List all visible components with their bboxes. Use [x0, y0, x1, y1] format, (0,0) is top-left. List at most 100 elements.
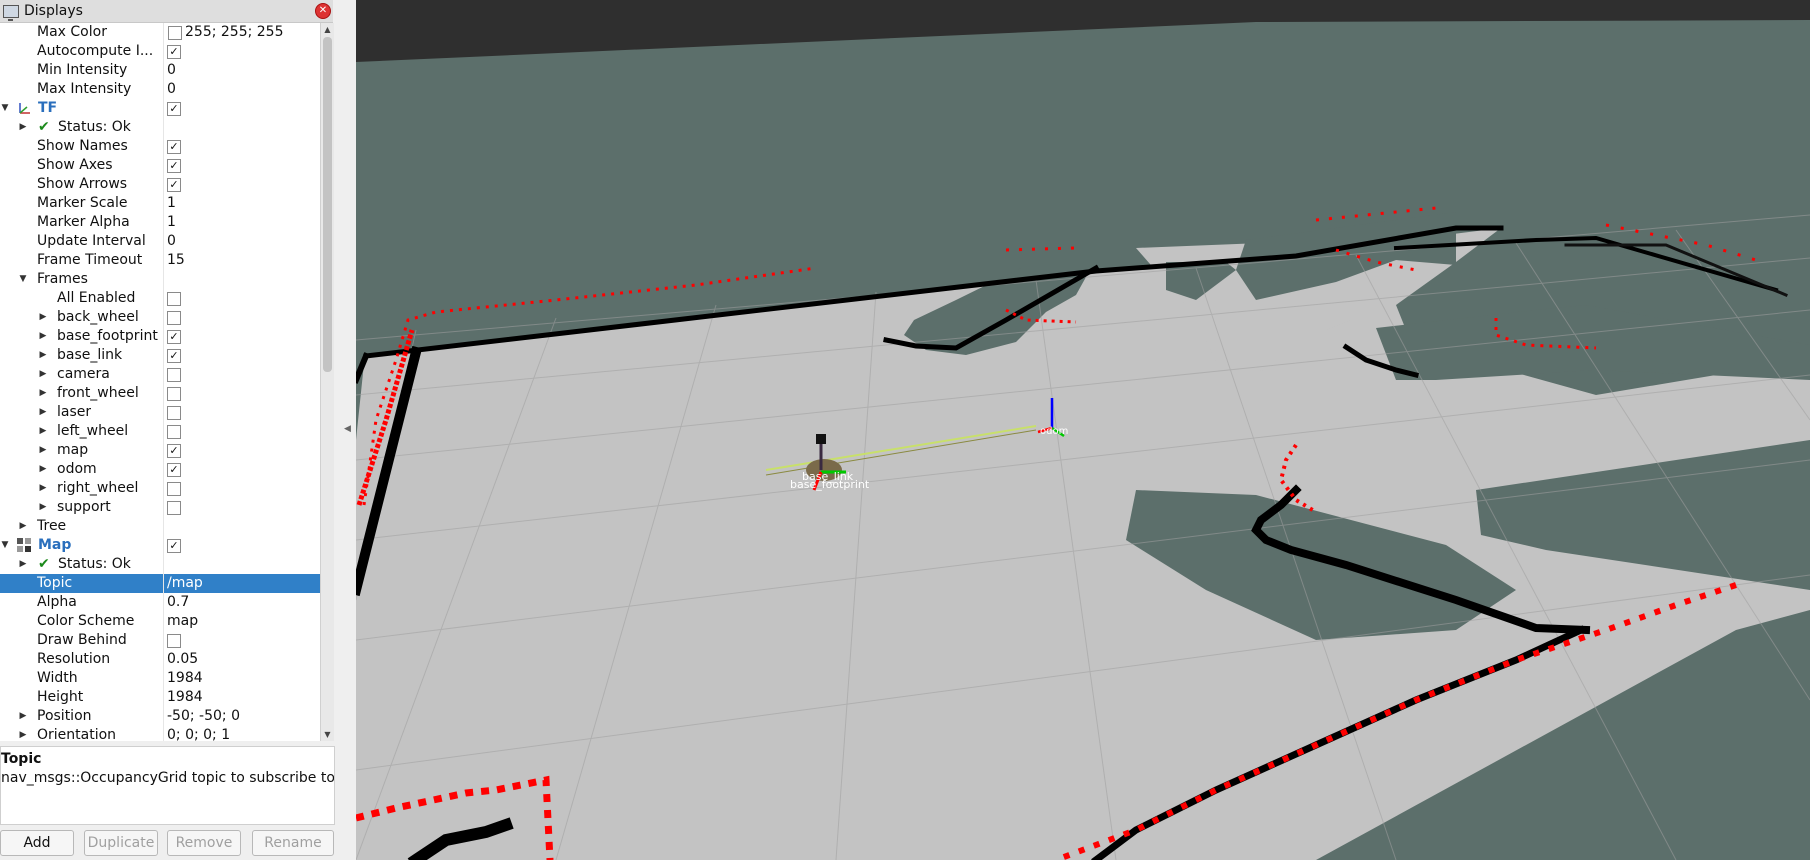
checkbox-unchecked[interactable] [167, 634, 181, 648]
tree-row-value[interactable]: 15 [167, 251, 185, 270]
tree-row-color-scheme[interactable]: Color Scheme map [0, 612, 320, 631]
tree-row-all-enabled[interactable]: All Enabled [0, 289, 320, 308]
checkbox-checked[interactable]: ✓ [167, 102, 181, 116]
tree-row-value[interactable]: 0; 0; 0; 1 [167, 726, 230, 741]
tree-row-back-wheel[interactable]: ▶ back_wheel [0, 308, 320, 327]
tree-row-status-ok[interactable]: ▶ ✔ Status: Ok [0, 555, 320, 574]
expand-arrow-icon[interactable]: ▶ [38, 365, 48, 384]
scroll-up-icon[interactable]: ▲ [321, 23, 334, 36]
tree-row-update-interval[interactable]: Update Interval 0 [0, 232, 320, 251]
rename-button[interactable]: Rename [252, 830, 334, 856]
tree-row-value[interactable]: 255; 255; 255 [185, 23, 284, 42]
expand-arrow-icon[interactable]: ▶ [38, 403, 48, 422]
checkbox-unchecked[interactable] [167, 368, 181, 382]
tree-row-value[interactable]: 0 [167, 61, 176, 80]
checkbox-unchecked[interactable] [167, 406, 181, 420]
expand-arrow-icon[interactable]: ▼ [0, 99, 10, 118]
tree-row-width[interactable]: Width 1984 [0, 669, 320, 688]
expand-arrow-icon[interactable]: ▶ [38, 441, 48, 460]
tree-row-value[interactable]: map [167, 612, 198, 631]
close-icon[interactable]: ✕ [315, 3, 331, 19]
checkbox-unchecked[interactable] [167, 292, 181, 306]
tree-row-status-ok[interactable]: ▶ ✔ Status: Ok [0, 118, 320, 137]
scroll-down-icon[interactable]: ▼ [321, 728, 334, 741]
checkbox-unchecked[interactable] [167, 311, 181, 325]
checkbox-checked[interactable]: ✓ [167, 330, 181, 344]
tree-row-front-wheel[interactable]: ▶ front_wheel [0, 384, 320, 403]
collapse-arrow-icon[interactable]: ▼ [18, 270, 28, 289]
tree-row-tf[interactable]: ▼ TF ✓ [0, 99, 320, 118]
collapse-arrow-icon[interactable]: ◀ [344, 424, 351, 434]
expand-arrow-icon[interactable]: ▶ [38, 327, 48, 346]
3d-viewport[interactable]: odom base_link base_footprint [356, 0, 1810, 860]
checkbox-checked[interactable]: ✓ [167, 178, 181, 192]
tree-row-show-arrows[interactable]: Show Arrows ✓ [0, 175, 320, 194]
tree-row-base-footprint[interactable]: ▶ base_footprint ✓ [0, 327, 320, 346]
checkbox-checked[interactable]: ✓ [167, 463, 181, 477]
duplicate-button[interactable]: Duplicate [84, 830, 158, 856]
tree-row-value[interactable]: 0 [167, 80, 176, 99]
tree-row-frames[interactable]: ▼ Frames [0, 270, 320, 289]
checkbox-checked[interactable]: ✓ [167, 159, 181, 173]
tree-row-base-link[interactable]: ▶ base_link ✓ [0, 346, 320, 365]
tree-row-map[interactable]: ▼ Map ✓ [0, 536, 320, 555]
expand-arrow-icon[interactable]: ▶ [38, 460, 48, 479]
checkbox-checked[interactable]: ✓ [167, 45, 181, 59]
panel-splitter[interactable]: ◀ [340, 0, 355, 860]
checkbox-checked[interactable]: ✓ [167, 140, 181, 154]
expand-arrow-icon[interactable]: ▶ [18, 555, 28, 574]
remove-button[interactable]: Remove [167, 830, 241, 856]
tree-row-height[interactable]: Height 1984 [0, 688, 320, 707]
tree-row-value[interactable]: /map [167, 574, 203, 593]
checkbox-unchecked[interactable] [167, 501, 181, 515]
tree-row-value[interactable]: 0.05 [167, 650, 198, 669]
expand-arrow-icon[interactable]: ▶ [38, 422, 48, 441]
tree-row-value[interactable]: 1984 [167, 669, 203, 688]
expand-arrow-icon[interactable]: ▶ [18, 707, 28, 726]
tree-row-marker-alpha[interactable]: Marker Alpha 1 [0, 213, 320, 232]
tree-row-support[interactable]: ▶ support [0, 498, 320, 517]
tree-row-min-intensity[interactable]: Min Intensity 0 [0, 61, 320, 80]
tree-row-position[interactable]: ▶ Position -50; -50; 0 [0, 707, 320, 726]
tree-row-marker-scale[interactable]: Marker Scale 1 [0, 194, 320, 213]
checkbox-checked[interactable]: ✓ [167, 539, 181, 553]
tree-row-autocompute-i[interactable]: Autocompute I... ✓ [0, 42, 320, 61]
checkbox-unchecked[interactable] [167, 425, 181, 439]
color-swatch[interactable] [168, 26, 182, 40]
checkbox-checked[interactable]: ✓ [167, 349, 181, 363]
expand-arrow-icon[interactable]: ▶ [38, 384, 48, 403]
tree-row-odom[interactable]: ▶ odom ✓ [0, 460, 320, 479]
expand-arrow-icon[interactable]: ▶ [38, 346, 48, 365]
expand-arrow-icon[interactable]: ▼ [0, 536, 10, 555]
tree-row-value[interactable]: 0 [167, 232, 176, 251]
tree-row-left-wheel[interactable]: ▶ left_wheel [0, 422, 320, 441]
tree-row-map[interactable]: ▶ map ✓ [0, 441, 320, 460]
expand-arrow-icon[interactable]: ▶ [18, 517, 28, 536]
tree-row-laser[interactable]: ▶ laser [0, 403, 320, 422]
expand-arrow-icon[interactable]: ▶ [38, 479, 48, 498]
tree-row-frame-timeout[interactable]: Frame Timeout 15 [0, 251, 320, 270]
add-button[interactable]: Add [0, 830, 74, 856]
tree-row-show-axes[interactable]: Show Axes ✓ [0, 156, 320, 175]
tree-scrollbar[interactable]: ▲ ▼ [320, 23, 334, 741]
checkbox-unchecked[interactable] [167, 387, 181, 401]
scroll-thumb[interactable] [323, 37, 332, 372]
expand-arrow-icon[interactable]: ▶ [38, 308, 48, 327]
tree-row-tree[interactable]: ▶ Tree [0, 517, 320, 536]
tree-row-orientation[interactable]: ▶ Orientation 0; 0; 0; 1 [0, 726, 320, 741]
tree-row-resolution[interactable]: Resolution 0.05 [0, 650, 320, 669]
tree-row-value[interactable]: 0.7 [167, 593, 189, 612]
tree-row-max-color[interactable]: Max Color 255; 255; 255 [0, 23, 320, 42]
checkbox-unchecked[interactable] [167, 482, 181, 496]
expand-arrow-icon[interactable]: ▶ [38, 498, 48, 517]
tree-row-value[interactable]: -50; -50; 0 [167, 707, 240, 726]
tree-row-value[interactable]: 1 [167, 213, 176, 232]
checkbox-checked[interactable]: ✓ [167, 444, 181, 458]
tree-row-show-names[interactable]: Show Names ✓ [0, 137, 320, 156]
expand-arrow-icon[interactable]: ▶ [18, 726, 28, 741]
tree-row-right-wheel[interactable]: ▶ right_wheel [0, 479, 320, 498]
tree-row-topic[interactable]: Topic/map [0, 574, 320, 593]
expand-arrow-icon[interactable]: ▶ [18, 118, 28, 137]
tree-row-value[interactable]: 1984 [167, 688, 203, 707]
tree-row-camera[interactable]: ▶ camera [0, 365, 320, 384]
